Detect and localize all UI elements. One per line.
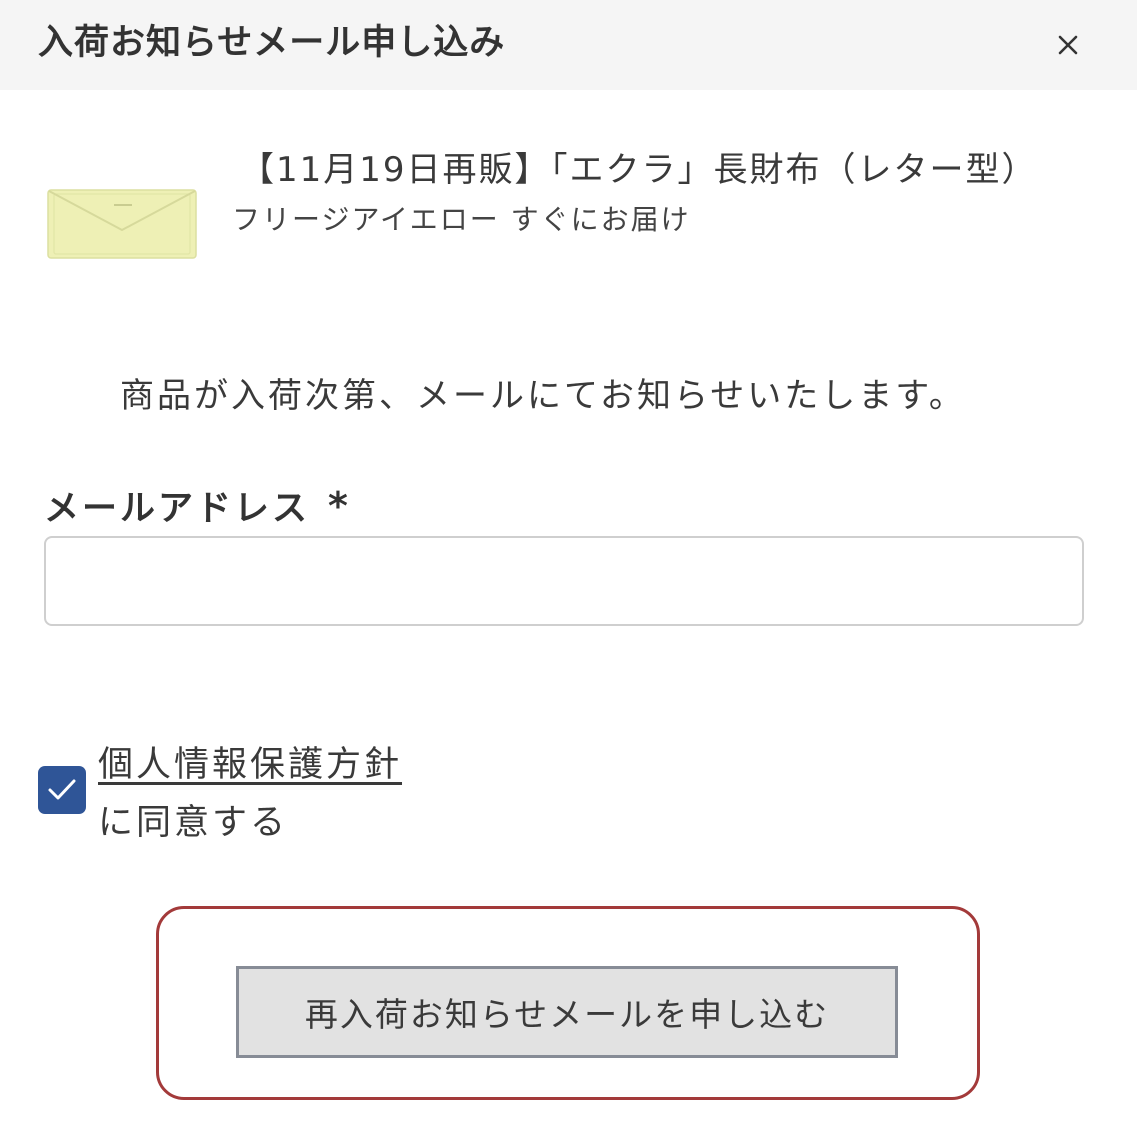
restock-notification-modal: 入荷お知らせメール申し込み 【11月19日再販】「エクラ」長財布（レター型） フ… bbox=[0, 0, 1137, 1127]
notice-message: 商品が入荷次第、メールにてお知らせいたします。 bbox=[120, 376, 966, 416]
consent-checkbox[interactable] bbox=[38, 766, 86, 814]
privacy-policy-link[interactable]: 個人情報保護方針 bbox=[98, 736, 402, 787]
required-mark: * bbox=[328, 484, 348, 528]
consent-label: に同意する bbox=[98, 803, 289, 843]
checkmark-icon bbox=[48, 779, 76, 800]
close-button[interactable] bbox=[1046, 24, 1090, 68]
product-name: 【11月19日再販】「エクラ」長財布（レター型） bbox=[240, 150, 1038, 190]
modal-header: 入荷お知らせメール申し込み bbox=[0, 0, 1137, 90]
product-thumbnail bbox=[46, 184, 198, 262]
product-variant: フリージアイエロー すぐにお届け bbox=[232, 203, 691, 236]
modal-title: 入荷お知らせメール申し込み bbox=[38, 23, 506, 63]
submit-button[interactable]: 再入荷お知らせメールを申し込む bbox=[236, 966, 898, 1058]
close-icon bbox=[1058, 35, 1078, 55]
email-input[interactable] bbox=[44, 536, 1084, 626]
email-label: メールアドレス bbox=[44, 489, 311, 529]
